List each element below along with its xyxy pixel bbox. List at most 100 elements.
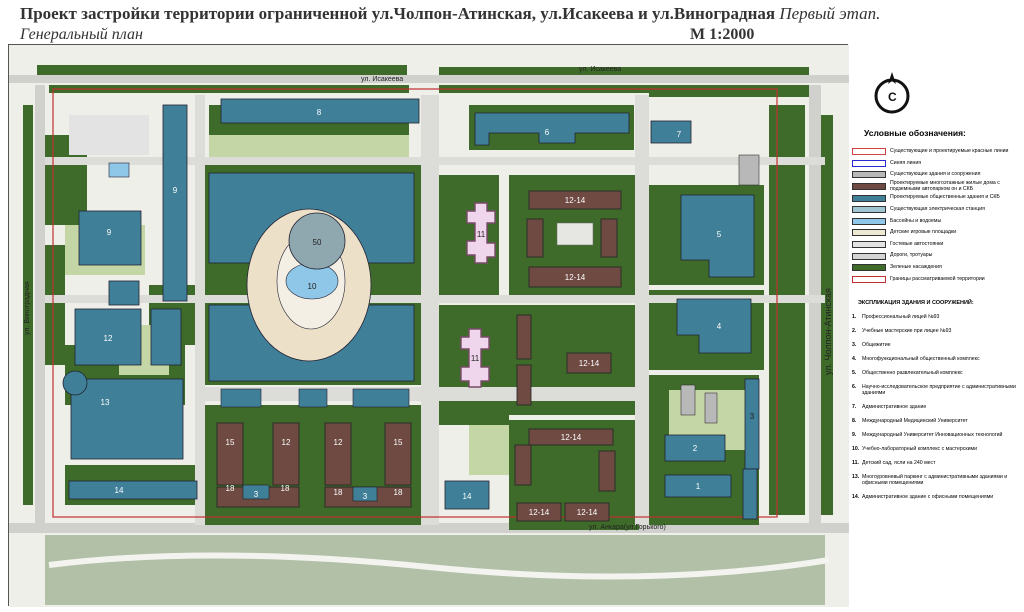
explication-number: 8.: [852, 418, 857, 424]
legend-label: Существующие здания и сооружения: [890, 171, 981, 178]
residential-block[interactable]: [514, 444, 532, 486]
residential-block[interactable]: [600, 218, 618, 258]
building-13[interactable]: [70, 378, 184, 460]
residential-block[interactable]: [526, 218, 544, 258]
explication-list: 1. Профессиональный лицей №93 2. Учебные ма…: [852, 314, 1020, 500]
site-plan-svg: 8 6 7 9 9 50 10 5 4 11 11 12 13 14 3 2 1…: [9, 45, 849, 607]
explication-text: Общежитие: [862, 342, 891, 348]
play-area: [209, 135, 409, 157]
map-subtitle: Генеральный план: [20, 26, 143, 43]
explication-text: Научно-исследовательское предприятие с а…: [862, 384, 1016, 396]
play-area: [469, 425, 509, 475]
building-small[interactable]: [298, 388, 328, 408]
explication-text: Учебно-лабораторный комплекс с мастерски…: [862, 446, 977, 452]
building-9-tower[interactable]: [162, 104, 188, 302]
explication-text: Многофункциональный общественный комплек…: [862, 356, 980, 362]
legend-swatch: [852, 159, 886, 167]
legend-swatch: [852, 217, 886, 225]
label-14b: 14: [463, 492, 472, 501]
building-7[interactable]: [650, 120, 692, 144]
building-14[interactable]: [68, 480, 198, 500]
legend-item: Зеленые насаждения: [852, 262, 1020, 274]
explication-text: Профессиональный лицей №93: [862, 314, 940, 320]
green-strip: [649, 85, 809, 97]
legend-swatch: [852, 183, 886, 191]
building-3[interactable]: [744, 378, 760, 470]
street-vinogradnaya: ул. Виноградная: [24, 281, 31, 335]
existing-building: [738, 154, 760, 186]
residential-block[interactable]: [598, 450, 616, 492]
map-scale: М 1:2000: [690, 26, 755, 43]
label-h3: 18: [226, 484, 235, 493]
legend-label: Существующая электрическая станция: [890, 206, 985, 213]
legend-item: Существующие здания и сооружения: [852, 169, 1020, 181]
label-h8: 18: [334, 488, 343, 497]
building-small[interactable]: [742, 468, 758, 520]
residential-block[interactable]: [272, 422, 300, 486]
label-h1: 15: [226, 438, 235, 447]
existing-building: [704, 392, 718, 424]
explication-number: 5.: [852, 370, 857, 376]
label-r4: 12-14: [561, 433, 582, 442]
explication-text: Международный Университет Инновационных …: [862, 432, 1003, 438]
street-isakeeva-left: ул. Исакеева: [361, 76, 403, 83]
explication-text: Административное здание с офисными помещ…: [862, 494, 994, 500]
label-9a: 9: [173, 186, 178, 195]
explication-title: ЭКСПЛИКАЦИЯ ЗДАНИЯ И СООРУЖЕНИЙ:: [858, 300, 974, 306]
internal-road: [45, 157, 825, 165]
green-area: [769, 105, 805, 515]
pool-small: [108, 162, 130, 178]
explication-item: 13. Многоуровневый паркинг с администрати…: [852, 474, 1020, 486]
green-strip: [37, 65, 407, 75]
label-h2: 12: [282, 438, 291, 447]
site-plan[interactable]: 8 6 7 9 9 50 10 5 4 11 11 12 13 14 3 2 1…: [8, 44, 849, 607]
building-small[interactable]: [150, 308, 182, 366]
road-cholpon-ata: [809, 85, 821, 525]
label-h7: 15: [394, 438, 403, 447]
building-small[interactable]: [220, 388, 262, 408]
label-50: 50: [313, 238, 322, 247]
explication-text: Международный Медицинский Университет: [862, 418, 968, 424]
explication-item: 9. Международный Университет Инновационны…: [852, 432, 1020, 438]
building-13-rotunda[interactable]: [62, 370, 88, 396]
residential-block[interactable]: [516, 364, 532, 406]
title-text: Проект застройки территории ограниченной…: [20, 4, 776, 23]
label-r5: 12-14: [529, 508, 550, 517]
explication-text: Общественно развлекательный комплекс: [862, 370, 963, 376]
label-1: 1: [696, 482, 701, 491]
label-h6: 12: [334, 438, 343, 447]
parking-lot: [69, 115, 149, 155]
label-r1: 12-14: [565, 196, 586, 205]
internal-road: [205, 387, 645, 401]
legend-label: Детские игровые площадки: [890, 229, 957, 236]
legend-item: Синяя линия: [852, 158, 1020, 170]
road-vinogradnaya: [35, 85, 45, 525]
legend-swatch: [852, 275, 886, 283]
legend-item: Детские игровые площадки: [852, 227, 1020, 239]
green-area: [439, 175, 499, 295]
explication-text: Детский сад, ясли на 240 мест: [862, 460, 936, 466]
residential-block[interactable]: [516, 314, 532, 360]
building-small[interactable]: [108, 280, 140, 306]
legend-label: Существующие и проектируемые красные лин…: [890, 148, 1009, 155]
legend-swatch: [852, 241, 886, 249]
north-arrow-icon: С: [874, 72, 910, 114]
building-9[interactable]: [78, 210, 142, 266]
explication-number: 9.: [852, 432, 857, 438]
explication-item: 7. Административное здание: [852, 404, 1020, 410]
legend-swatch: [852, 194, 886, 202]
explication: ЭКСПЛИКАЦИЯ ЗДАНИЯ И СООРУЖЕНИЙ: 1. Профе…: [852, 300, 1020, 508]
map-title: Проект застройки территории ограниченной…: [20, 4, 880, 24]
explication-number: 13.: [852, 474, 860, 480]
explication-text: Административное здание: [862, 404, 927, 410]
explication-item: 2. Учебные мастерские при лицее №93: [852, 328, 1020, 334]
residential-block[interactable]: [324, 422, 352, 486]
legend-label: Синяя линия: [890, 159, 922, 166]
legend-swatch: [852, 264, 886, 272]
residential-block[interactable]: [216, 422, 244, 486]
legend-item: Существующие и проектируемые красные лин…: [852, 146, 1020, 158]
label-h10: 18: [394, 488, 403, 497]
explication-item: 6. Научно-исследовательское предприятие с…: [852, 384, 1020, 396]
building-small[interactable]: [352, 388, 410, 408]
residential-block[interactable]: [384, 422, 412, 486]
